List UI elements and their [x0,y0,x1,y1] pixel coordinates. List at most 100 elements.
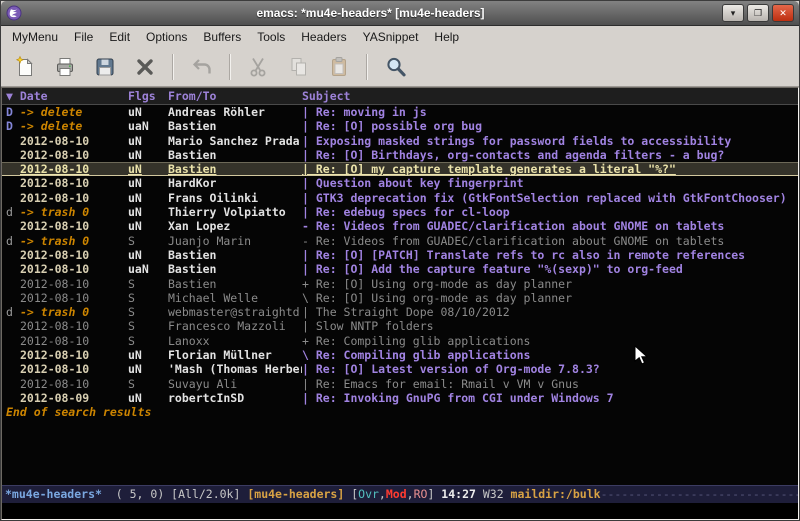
message-row[interactable]: 2012-08-10 uN Xan Lopez - Re: Videos fro… [2,219,798,233]
paste-button[interactable] [323,52,354,83]
menu-item-edit[interactable]: Edit [101,27,138,47]
emacs-icon [6,5,22,21]
mark-cell: d [6,205,20,219]
menu-item-options[interactable]: Options [138,27,195,47]
flags-cell: uN [128,105,168,119]
column-header-subject[interactable]: Subject [302,88,798,104]
message-row[interactable]: 2012-08-10 uN 'Mash (Thomas Herbert) | R… [2,362,798,376]
modeline-segment-plain: [ [344,487,358,501]
print-button[interactable] [49,52,80,83]
flags-cell: S [128,305,168,319]
from-cell: Andreas Röhler [168,105,302,119]
flags-cell: uN [128,134,168,148]
mark-cell [6,319,20,333]
date-cell: -> trash 0 [20,234,128,248]
menu-item-headers[interactable]: Headers [293,27,354,47]
message-row[interactable]: D -> delete uN Andreas Röhler | Re: movi… [2,105,798,119]
flags-cell: S [128,234,168,248]
cut-button[interactable] [243,52,274,83]
message-row[interactable]: 2012-08-10 uN Frans Oilinki | GTK3 depre… [2,191,798,205]
date-cell: -> delete [20,105,128,119]
message-row[interactable]: d -> trash 0 uN Thierry Volpiatto | Re: … [2,205,798,219]
mark-cell [6,377,20,391]
message-row[interactable]: 2012-08-10 S Bastien + Re: [O] Using org… [2,277,798,291]
mark-cell [6,248,20,262]
message-row[interactable]: 2012-08-10 S Lanoxx + Re: Compiling glib… [2,334,798,348]
date-cell: 2012-08-10 [20,148,128,162]
mark-cell [6,362,20,376]
subject-cell: - Re: Videos from GUADEC/clarification a… [302,219,798,233]
subject-cell: | Question about key fingerprint [302,176,798,190]
from-cell: Juanjo Marin [168,234,302,248]
message-row[interactable]: D -> delete uaN Bastien | Re: [O] possib… [2,119,798,133]
maximize-button[interactable]: ❐ [747,4,769,22]
menu-item-mymenu[interactable]: MyMenu [4,27,66,47]
menu-item-tools[interactable]: Tools [249,27,293,47]
message-row[interactable]: 2012-08-09 uN robertcInSD | Re: Invoking… [2,391,798,405]
from-cell: HardKor [168,176,302,190]
message-row[interactable]: 2012-08-10 uN Mario Sanchez Prada | Expo… [2,134,798,148]
mark-cell [6,277,20,291]
flags-cell: uN [128,191,168,205]
menu-item-yasnippet[interactable]: YASnippet [355,27,427,47]
flags-cell: uaN [128,119,168,133]
mark-cell [6,291,20,305]
date-cell: 2012-08-09 [20,391,128,405]
new-file-button[interactable] [9,52,40,83]
message-row[interactable]: d -> trash 0 S webmaster@straightd... | … [2,305,798,319]
flags-cell: uaN [128,262,168,276]
mark-cell [6,134,20,148]
from-cell: Bastien [168,248,302,262]
mark-cell: D [6,119,20,133]
column-header-from[interactable]: From/To [168,88,302,104]
kill-buffer-button[interactable] [129,52,160,83]
message-row[interactable]: 2012-08-10 uN Bastien | Re: [O] my captu… [2,162,798,176]
mark-cell [6,219,20,233]
undo-button[interactable] [186,52,217,83]
save-button[interactable] [89,52,120,83]
from-cell: Bastien [168,119,302,133]
from-cell: Frans Oilinki [168,191,302,205]
mark-cell [6,391,20,405]
message-row[interactable]: 2012-08-10 S Michael Welle \ Re: [O] Usi… [2,291,798,305]
message-row[interactable]: 2012-08-10 uN HardKor | Question about k… [2,176,798,190]
date-cell: 2012-08-10 [20,319,128,333]
mode-line[interactable]: *mu4e-headers* ( 5, 0) [All/2.0k] [mu4e-… [2,485,798,503]
search-button[interactable] [380,52,411,83]
subject-cell: | Re: Emacs for email: Rmail v VM v Gnus [302,377,798,391]
toolbar-separator [229,54,231,80]
modeline-segment-ovr: Ovr [358,487,379,501]
menu-item-file[interactable]: File [66,27,101,47]
close-button[interactable]: ✕ [772,4,794,22]
subject-cell: | Re: Invoking GnuPG from CGI under Wind… [302,391,798,405]
from-cell: Xan Lopez [168,219,302,233]
modeline-segment-plain: , [407,487,414,501]
maximize-icon: ❐ [754,9,762,18]
title-bar[interactable]: emacs: *mu4e-headers* [mu4e-headers] ▾ ❐… [1,1,799,26]
date-cell: 2012-08-10 [20,248,128,262]
column-header-date[interactable]: ▼ Date [6,88,128,104]
menu-item-buffers[interactable]: Buffers [195,27,249,47]
column-header-flags[interactable]: Flgs [128,88,168,104]
message-row[interactable]: 2012-08-10 uN Bastien | Re: [O] Birthday… [2,148,798,162]
echo-area[interactable] [2,503,798,519]
menu-item-help[interactable]: Help [426,27,467,47]
message-row[interactable]: 2012-08-10 uaN Bastien | Re: [O] Add the… [2,262,798,276]
from-cell: 'Mash (Thomas Herbert) [168,362,302,376]
mark-cell: d [6,305,20,319]
message-row[interactable]: 2012-08-10 S Suvayu Ali | Re: Emacs for … [2,377,798,391]
mark-cell [6,176,20,190]
message-row[interactable]: 2012-08-10 uN Florian Müllner \ Re: Comp… [2,348,798,362]
message-row[interactable]: d -> trash 0 S Juanjo Marin - Re: Videos… [2,234,798,248]
from-cell: Bastien [168,277,302,291]
date-cell: 2012-08-10 [20,362,128,376]
date-cell: 2012-08-10 [20,334,128,348]
from-cell: Bastien [168,262,302,276]
copy-button[interactable] [283,52,314,83]
message-row[interactable]: 2012-08-10 S Francesco Mazzoli | Slow NN… [2,319,798,333]
message-row[interactable]: 2012-08-10 uN Bastien | Re: [O] [PATCH] … [2,248,798,262]
close-buffer-icon [133,55,157,79]
minimize-button[interactable]: ▾ [722,4,744,22]
empty-buffer-space [2,420,798,485]
modeline-segment-plain: ] [427,487,441,501]
